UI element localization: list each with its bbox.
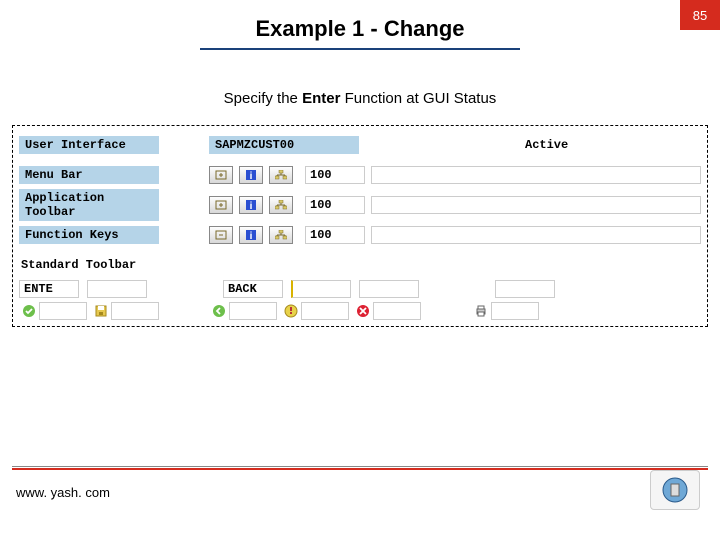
row-label-apptoolbar: Application Toolbar: [19, 189, 159, 221]
hierarchy-icon[interactable]: [269, 196, 293, 214]
toolbar-code-0[interactable]: ENTE: [19, 280, 79, 298]
cancel-icon[interactable]: [353, 302, 373, 320]
gui-status-panel: User Interface SAPMZCUST00 Active Menu B…: [12, 125, 708, 327]
toolbar-slot-4[interactable]: [301, 302, 349, 320]
menubar-value[interactable]: 100: [305, 166, 365, 184]
slide-subtitle: Specify the Enter Function at GUI Status: [0, 90, 720, 107]
toolbar-slot-7[interactable]: [491, 302, 539, 320]
subtitle-suffix: Function at GUI Status: [340, 90, 496, 107]
page-number-badge: 85: [680, 0, 720, 30]
program-name: SAPMZCUST00: [209, 136, 359, 154]
info-icon[interactable]: i: [239, 226, 263, 244]
exit-icon[interactable]: [281, 302, 301, 320]
footer-url: www. yash. com: [16, 485, 110, 500]
hierarchy-icon[interactable]: [269, 166, 293, 184]
toolbar-slot-1[interactable]: [111, 302, 159, 320]
save-disk-icon[interactable]: [91, 302, 111, 320]
subtitle-bold: Enter: [302, 90, 340, 107]
standard-toolbar-label: Standard Toolbar: [19, 256, 138, 274]
slide-title: Example 1 - Change: [200, 12, 520, 50]
info-icon[interactable]: i: [239, 166, 263, 184]
expand-icon[interactable]: [209, 196, 233, 214]
print-icon[interactable]: [471, 302, 491, 320]
toolbar-icons-row: [19, 302, 701, 320]
toolbar-slot-5[interactable]: [373, 302, 421, 320]
toolbar-code-5[interactable]: [359, 280, 419, 298]
toolbar-slot-0[interactable]: [39, 302, 87, 320]
toolbar-slot-3[interactable]: [229, 302, 277, 320]
user-interface-label: User Interface: [19, 136, 159, 154]
company-logo: [650, 470, 700, 510]
functionkeys-value[interactable]: 100: [305, 226, 365, 244]
hierarchy-icon[interactable]: [269, 226, 293, 244]
menubar-desc-field[interactable]: [371, 166, 701, 184]
back-icon[interactable]: [209, 302, 229, 320]
svg-text:i: i: [250, 231, 253, 241]
functionkeys-desc-field[interactable]: [371, 226, 701, 244]
status-text: Active: [519, 136, 574, 154]
enter-check-icon[interactable]: [19, 302, 39, 320]
svg-text:i: i: [250, 201, 253, 211]
collapse-icon[interactable]: [209, 226, 233, 244]
toolbar-codes-row: ENTE BACK: [19, 278, 701, 300]
toolbar-code-1[interactable]: [87, 280, 147, 298]
row-label-functionkeys: Function Keys: [19, 226, 159, 244]
expand-icon[interactable]: [209, 166, 233, 184]
apptoolbar-value[interactable]: 100: [305, 196, 365, 214]
info-icon[interactable]: i: [239, 196, 263, 214]
toolbar-code-4[interactable]: [291, 280, 351, 298]
toolbar-code-3[interactable]: BACK: [223, 280, 283, 298]
apptoolbar-desc-field[interactable]: [371, 196, 701, 214]
svg-text:i: i: [250, 171, 253, 181]
toolbar-code-7[interactable]: [495, 280, 555, 298]
row-label-menubar: Menu Bar: [19, 166, 159, 184]
subtitle-prefix: Specify the: [224, 90, 302, 107]
footer-divider: [12, 468, 708, 470]
